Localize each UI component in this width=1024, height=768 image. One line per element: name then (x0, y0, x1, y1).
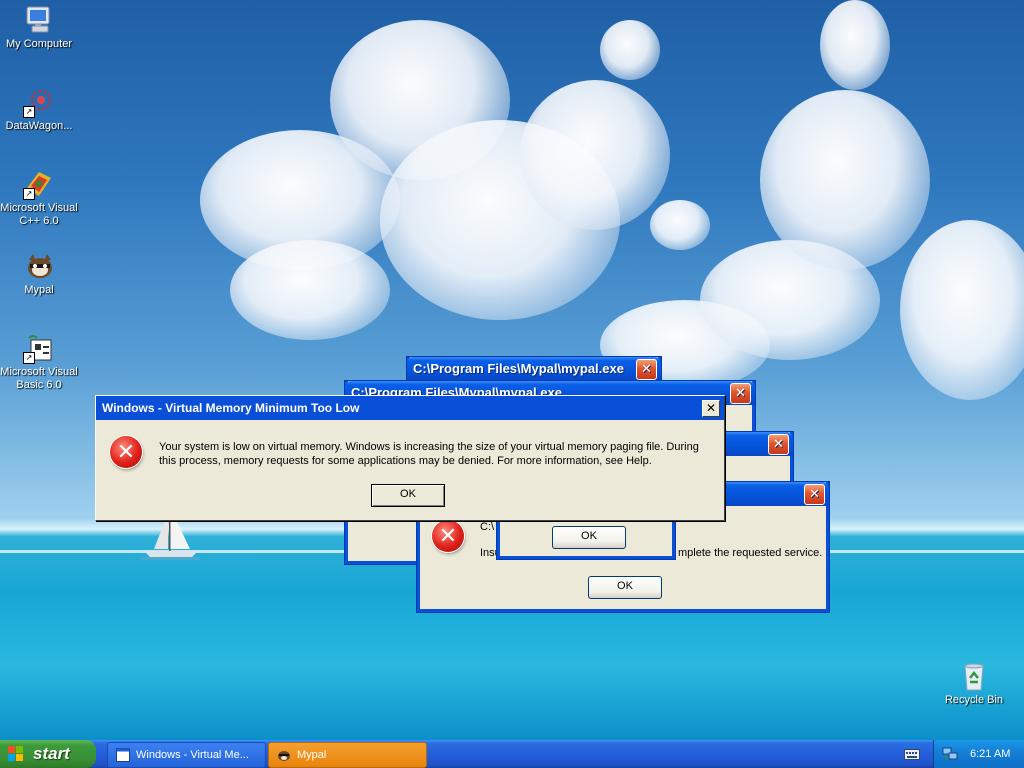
window-title: C:\Program Files\Mypal\mypal.exe (413, 361, 624, 376)
error-icon: ✕ (110, 436, 142, 468)
visual-cpp-icon: ↗ (23, 168, 55, 200)
windows-logo-icon (8, 746, 23, 761)
start-label: start (33, 744, 70, 763)
desktop: My Computer ↗ DataWagon... ↗ Microsoft V… (0, 0, 1024, 740)
ok-button[interactable]: OK (371, 484, 445, 507)
cloud (650, 200, 710, 250)
desktop-icon-my-computer[interactable]: My Computer (0, 4, 79, 51)
desktop-icon-label: My Computer (5, 38, 73, 50)
desktop-icon-mypal[interactable]: Mypal (0, 250, 79, 297)
start-button[interactable]: start (0, 740, 96, 768)
system-tray: 6:21 AM (933, 740, 1024, 768)
window-titlebar[interactable]: Windows - Virtual Memory Minimum Too Low… (96, 396, 724, 420)
virtual-memory-dialog[interactable]: Windows - Virtual Memory Minimum Too Low… (95, 395, 725, 521)
desktop-icon-datawagon[interactable]: ↗ DataWagon... (0, 86, 79, 133)
desktop-icon-visual-basic[interactable]: ↗ Microsoft Visual Basic 6.0 (0, 332, 79, 392)
desktop-icon-label-line1: Microsoft Visual (0, 202, 78, 214)
error-text-line1: C:\ (480, 521, 495, 533)
taskbar-item-mypal[interactable]: Mypal (268, 742, 427, 768)
cloud (900, 220, 1024, 400)
close-button[interactable]: ✕ (768, 434, 789, 455)
dialog-message: Your system is low on virtual memory. Wi… (159, 441, 699, 467)
mypal-icon (278, 751, 290, 761)
taskbar-item-label: Mypal (297, 749, 327, 761)
close-button[interactable]: ✕ (804, 484, 825, 505)
desktop-icon-recycle-bin[interactable]: Recycle Bin (934, 660, 1014, 707)
network-icon[interactable] (942, 747, 958, 761)
cloud (520, 80, 670, 230)
taskbar-item-virtual-memory[interactable]: Windows - Virtual Me... (107, 742, 266, 768)
cloud (760, 90, 930, 270)
desktop-icon-visual-cpp[interactable]: ↗ Microsoft Visual C++ 6.0 (0, 168, 79, 228)
visual-basic-icon: ↗ (23, 332, 55, 364)
cloud (820, 0, 890, 90)
error-icon: ✕ (432, 520, 464, 552)
window-icon (116, 748, 130, 762)
desktop-icon-label: DataWagon... (5, 120, 73, 132)
desktop-icon-label-line1: Microsoft Visual (0, 366, 78, 378)
cloud (600, 20, 660, 80)
desktop-icon-label-line2: C++ 6.0 (19, 215, 59, 227)
recycle-bin-icon (958, 660, 990, 692)
cloud (230, 240, 390, 340)
datawagon-icon: ↗ (23, 86, 55, 118)
mypal-icon (23, 250, 55, 282)
close-button[interactable]: ✕ (730, 383, 751, 404)
clock[interactable]: 6:21 AM (970, 740, 1010, 768)
desktop-icon-label: Mypal (24, 284, 54, 296)
error-text-line2-end: mplete the requested service. (678, 547, 823, 559)
ok-button[interactable]: OK (552, 526, 626, 549)
window-title: Windows - Virtual Memory Minimum Too Low (102, 401, 360, 415)
shortcut-arrow-icon: ↗ (23, 188, 35, 200)
desktop-icon-label: Recycle Bin (944, 694, 1004, 706)
close-button[interactable]: ✕ (636, 359, 657, 380)
taskbar: start Windows - Virtual Me... Mypal 6:21… (0, 740, 1024, 768)
my-computer-icon (23, 4, 55, 36)
keyboard-icon[interactable] (904, 747, 920, 761)
close-button[interactable]: ✕ (702, 400, 720, 417)
ok-button[interactable]: OK (588, 576, 662, 599)
taskbar-item-label: Windows - Virtual Me... (136, 749, 249, 761)
desktop-icon-label-line2: Basic 6.0 (16, 379, 62, 391)
shortcut-arrow-icon: ↗ (23, 352, 35, 364)
shortcut-arrow-icon: ↗ (23, 106, 35, 118)
window-titlebar[interactable]: C:\Program Files\Mypal\mypal.exe ✕ (407, 357, 661, 381)
